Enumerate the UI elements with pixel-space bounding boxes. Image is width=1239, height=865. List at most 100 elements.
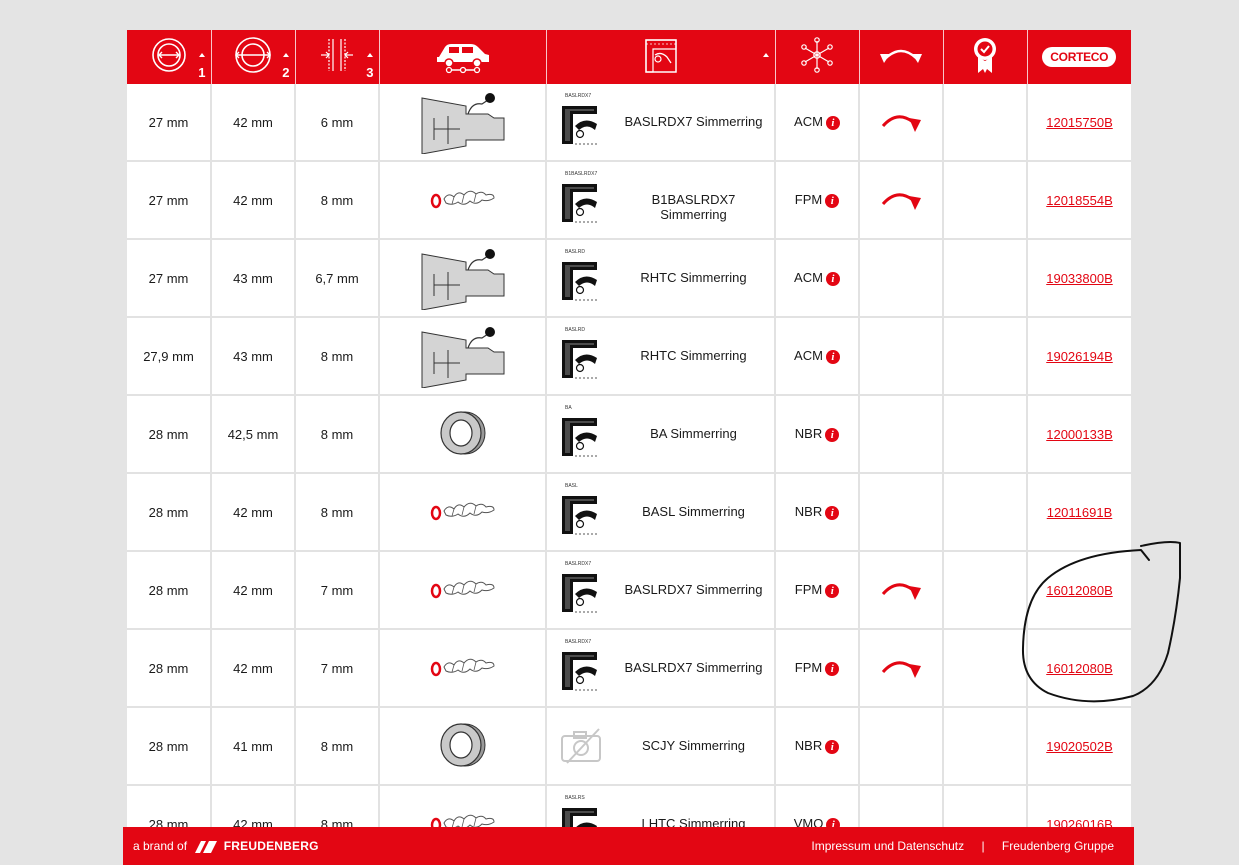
- part-number-link[interactable]: 12018554B: [1046, 193, 1113, 208]
- part-number-link[interactable]: 12011691B: [1047, 505, 1113, 520]
- width-icon: [317, 38, 357, 79]
- rotation-cell: [859, 707, 944, 786]
- outer-diameter-cell: 43 mm: [211, 239, 296, 318]
- inner-diameter-value: 27,9 mm: [143, 348, 194, 364]
- outer-diameter-icon: [233, 36, 273, 79]
- quality-cell: [943, 551, 1028, 630]
- part-number-link[interactable]: 19033800B: [1046, 271, 1113, 286]
- info-icon[interactable]: i: [825, 583, 840, 598]
- seal-profile-tag: BASLRDX7: [565, 639, 592, 645]
- seal-name: RHTC Simmerring: [640, 270, 747, 285]
- table-row: 27 mm 42 mm 6 mm BASLRDX7 BASLRDX7 Simmerrin…: [127, 84, 1131, 162]
- footer: a brand of FREUDENBERG Impressum und Dat…: [123, 827, 1134, 865]
- part-number-link[interactable]: 19026194B: [1046, 349, 1113, 364]
- seal-design-cell: BASLRD RHTC Simmerring: [546, 317, 776, 396]
- rotation-header: [859, 30, 944, 84]
- vehicle-icon: [433, 43, 493, 79]
- results-panel: 1 2 3 CORTECO 27 mm 42 mm 6 mm BASLRDX7 …: [127, 30, 1131, 865]
- part-number-cell: 12018554B: [1027, 161, 1131, 240]
- width-value: 6 mm: [320, 114, 354, 130]
- material-value: ACM: [794, 348, 823, 364]
- gearbox-icon: [418, 92, 508, 157]
- table-header: 1 2 3 CORTECO: [127, 30, 1131, 84]
- seal-profile-icon: [559, 648, 601, 697]
- seal-design-cell: BASLRDX7 BASLRDX7 Simmerring: [546, 629, 776, 708]
- outer-diameter-cell: 42,5 mm: [211, 395, 296, 474]
- gearbox-icon: [418, 248, 508, 313]
- sort-seal-design[interactable]: [546, 30, 776, 84]
- seal-design-cell: BASL BASL Simmerring: [546, 473, 776, 552]
- outer-diameter-cell: 42 mm: [211, 473, 296, 552]
- seal-profile-icon: [559, 414, 601, 463]
- sort-width[interactable]: 3: [295, 30, 380, 84]
- seal-profile-icon: [559, 336, 601, 385]
- material-cell: NBR i: [775, 473, 860, 552]
- part-number-cell: 19026194B: [1027, 317, 1131, 396]
- part-number-cell: 19020502B: [1027, 707, 1131, 786]
- shaft-icon: [428, 190, 498, 217]
- rotation-cell: [859, 239, 944, 318]
- width-value: 8 mm: [320, 348, 354, 364]
- info-icon[interactable]: i: [825, 739, 840, 754]
- material-cell: NBR i: [775, 707, 860, 786]
- inner-diameter-value: 28 mm: [148, 504, 189, 520]
- material-value: ACM: [794, 270, 823, 286]
- material-cell: ACM i: [775, 317, 860, 396]
- seal-name: BA Simmerring: [650, 426, 737, 441]
- seal-profile-icon: [559, 180, 601, 229]
- seal-name: RHTC Simmerring: [640, 348, 747, 363]
- group-link[interactable]: Freudenberg Gruppe: [1002, 839, 1114, 853]
- seal-profile-tag: B1BASLRDX7: [565, 171, 598, 177]
- sort-index: 2: [282, 65, 290, 80]
- rotation-direction-icon: [879, 660, 923, 683]
- sort-arrow-icon: [282, 53, 289, 57]
- width-cell: 8 mm: [295, 473, 380, 552]
- sort-arrow-icon: [198, 53, 205, 57]
- inner-diameter-icon: [149, 37, 189, 79]
- rotation-cell: [859, 629, 944, 708]
- inner-diameter-cell: 28 mm: [127, 395, 212, 474]
- table-row: 27,9 mm 43 mm 8 mm BASLRD RHTC Simmerring ACM…: [127, 317, 1131, 396]
- seal-profile-icon: [559, 492, 601, 541]
- brand-header: CORTECO: [1027, 30, 1131, 84]
- application-cell: [379, 161, 547, 240]
- rotation-cell: [859, 473, 944, 552]
- table-row: 28 mm 42 mm 8 mm BASL BASL Simmerring NBR i 120…: [127, 473, 1131, 552]
- inner-diameter-value: 27 mm: [148, 114, 189, 130]
- outer-diameter-value: 42 mm: [233, 504, 273, 520]
- brand-name: FREUDENBERG: [223, 839, 319, 853]
- seal-name: BASLRDX7 Simmerring: [624, 582, 763, 597]
- seal-profile-tag: BASL: [565, 483, 578, 489]
- part-number-link[interactable]: 19020502B: [1046, 739, 1113, 754]
- info-icon[interactable]: i: [825, 505, 840, 520]
- rotation-direction-icon: [879, 582, 923, 605]
- inner-diameter-value: 28 mm: [148, 426, 189, 442]
- quality-cell: [943, 707, 1028, 786]
- application-cell: [379, 395, 547, 474]
- info-icon[interactable]: i: [825, 115, 840, 130]
- seal-design-cell: BA BA Simmerring: [546, 395, 776, 474]
- info-icon[interactable]: i: [825, 661, 840, 676]
- info-icon[interactable]: i: [825, 271, 840, 286]
- info-icon[interactable]: i: [825, 349, 840, 364]
- material-value: NBR: [794, 738, 823, 754]
- seal-profile-icon: [559, 570, 601, 619]
- sort-arrow-icon: [366, 53, 373, 57]
- sort-outer-diameter[interactable]: 2: [211, 30, 296, 84]
- application-cell: [379, 629, 547, 708]
- quality-cell: [943, 473, 1028, 552]
- sort-inner-diameter[interactable]: 1: [127, 30, 212, 84]
- seal-design-icon: [643, 38, 679, 79]
- part-number-link[interactable]: 12000133B: [1046, 427, 1113, 442]
- material-value: FPM: [794, 192, 823, 208]
- part-number-link[interactable]: 12015750B: [1046, 115, 1113, 130]
- rotation-direction-icon: [879, 114, 923, 137]
- part-number-cell: 12000133B: [1027, 395, 1131, 474]
- table-row: 28 mm 41 mm 8 mm SCJY Simmerring NBR i 1902050…: [127, 707, 1131, 786]
- imprint-link[interactable]: Impressum und Datenschutz: [811, 839, 964, 853]
- quality-header: [943, 30, 1028, 84]
- info-icon[interactable]: i: [825, 427, 840, 442]
- width-cell: 8 mm: [295, 161, 380, 240]
- quality-cell: [943, 161, 1028, 240]
- info-icon[interactable]: i: [825, 193, 840, 208]
